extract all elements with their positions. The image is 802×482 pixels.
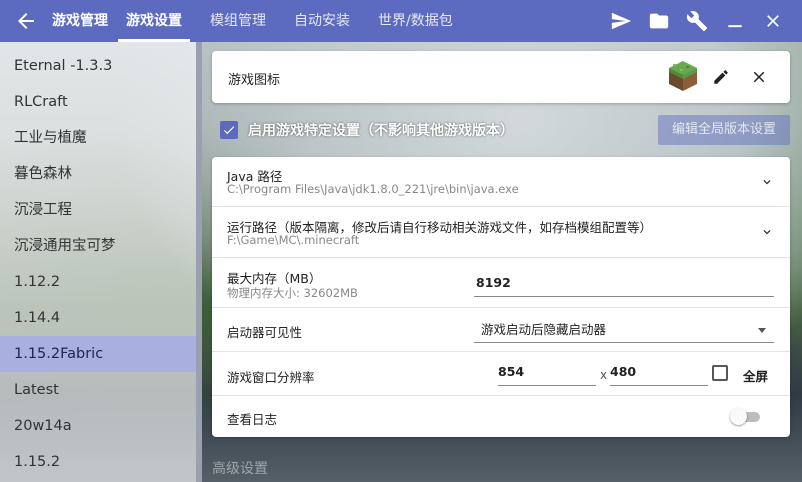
sidebar-item-version[interactable]: RLCraft (0, 84, 196, 120)
specific-settings-label: 启用游戏特定设置（不影响其他游戏版本） (248, 123, 514, 139)
chevron-down-icon[interactable] (760, 175, 774, 189)
close-icon (753, 71, 765, 83)
tab-mod-management[interactable]: 模组管理 (202, 0, 274, 42)
grass-block-icon (668, 60, 698, 92)
app-title: 游戏管理 (52, 13, 108, 29)
edit-global-settings-button[interactable]: 编辑全局版本设置 (658, 115, 790, 145)
sidebar-item-version[interactable]: 工业与植魔 (0, 120, 196, 156)
game-icon-label: 游戏图标 (228, 73, 281, 88)
sidebar-item-version-selected[interactable]: 1.15.2Fabric (0, 336, 196, 372)
minimize-icon[interactable] (716, 0, 754, 42)
checkmark-icon (223, 126, 235, 135)
tab-game-settings[interactable]: 游戏设置 (118, 0, 190, 42)
sidebar-item-version[interactable]: 20w14a (0, 408, 196, 444)
java-path-value: C:\Program Files\Java\jdk1.8.0_221\jre\b… (227, 182, 519, 196)
title-bar: 游戏管理 游戏设置 模组管理 自动安装 世界/数据包 (0, 0, 802, 42)
specific-settings-toggle[interactable]: 启用游戏特定设置（不影响其他游戏版本） (220, 118, 514, 142)
resolution-height-input[interactable]: 480 (610, 364, 708, 386)
window-resolution-row: 游戏窗口分辨率 854 x 480 全屏 (212, 352, 790, 396)
max-memory-input[interactable]: 8192 (474, 275, 774, 297)
settings-card: Java 路径 C:\Program Files\Java\jdk1.8.0_2… (212, 157, 790, 437)
dropdown-caret-icon (758, 328, 766, 333)
sidebar-item-version[interactable]: 1.12.2 (0, 264, 196, 300)
back-arrow-icon[interactable] (14, 9, 38, 33)
wrench-icon[interactable] (678, 0, 716, 42)
sidebar-item-version[interactable]: 1.14.4 (0, 300, 196, 336)
run-directory-value: F:\Game\MC\.minecraft (227, 233, 360, 247)
sidebar-item-version[interactable]: Eternal -1.3.3 (0, 48, 196, 84)
resolution-width-input[interactable]: 854 (498, 364, 596, 386)
folder-icon[interactable] (640, 0, 678, 42)
window-resolution-title: 游戏窗口分辨率 (227, 370, 315, 385)
tab-auto-install[interactable]: 自动安装 (286, 0, 358, 42)
max-memory-row: 最大内存（MB） 物理内存大小: 32602MB 8192 (212, 258, 790, 308)
sidebar-item-version[interactable]: 沉浸工程 (0, 192, 196, 228)
physical-memory-label: 物理内存大小: 32602MB (227, 286, 358, 300)
edit-icon-button[interactable] (708, 64, 734, 90)
window-close-icon[interactable] (754, 0, 792, 42)
resolution-separator: x (600, 368, 608, 382)
launcher-visibility-value: 游戏启动后隐藏启动器 (481, 322, 607, 337)
fullscreen-label: 全屏 (743, 369, 769, 384)
fullscreen-checkbox[interactable] (712, 365, 728, 381)
version-list: Eternal -1.3.3 RLCraft 工业与植魔 暮色森林 沉浸工程 沉… (0, 42, 196, 482)
run-directory-row[interactable]: 运行路径（版本隔离，修改后请自行移动相关游戏文件，如存档模组配置等） F:\Ga… (212, 207, 790, 258)
sidebar-item-version[interactable]: 1.15.2 (0, 444, 196, 480)
java-path-row[interactable]: Java 路径 C:\Program Files\Java\jdk1.8.0_2… (212, 157, 790, 207)
tab-worlds-datapacks[interactable]: 世界/数据包 (370, 0, 461, 42)
view-log-toggle-knob[interactable] (730, 408, 747, 425)
sidebar-item-version[interactable]: 沉浸通用宝可梦 (0, 228, 196, 264)
pencil-icon (714, 70, 728, 84)
chevron-down-icon[interactable] (760, 225, 774, 239)
game-icon-card: 游戏图标 (212, 51, 790, 103)
specific-settings-checkbox[interactable] (220, 121, 238, 139)
launcher-visibility-select[interactable]: 游戏启动后隐藏启动器 (474, 319, 774, 343)
remove-icon-button[interactable] (746, 64, 772, 90)
view-log-title: 查看日志 (227, 412, 278, 427)
sidebar-item-version[interactable]: 暮色森林 (0, 156, 196, 192)
advanced-settings-heading: 高级设置 (212, 461, 268, 477)
sidebar-item-version[interactable]: Latest (0, 372, 196, 408)
send-icon[interactable] (602, 0, 640, 42)
sidebar-scrollbar[interactable] (196, 42, 202, 482)
launcher-visibility-row: 启动器可见性 游戏启动后隐藏启动器 (212, 308, 790, 352)
launcher-visibility-title: 启动器可见性 (227, 325, 303, 340)
view-log-row: 查看日志 (212, 396, 790, 437)
